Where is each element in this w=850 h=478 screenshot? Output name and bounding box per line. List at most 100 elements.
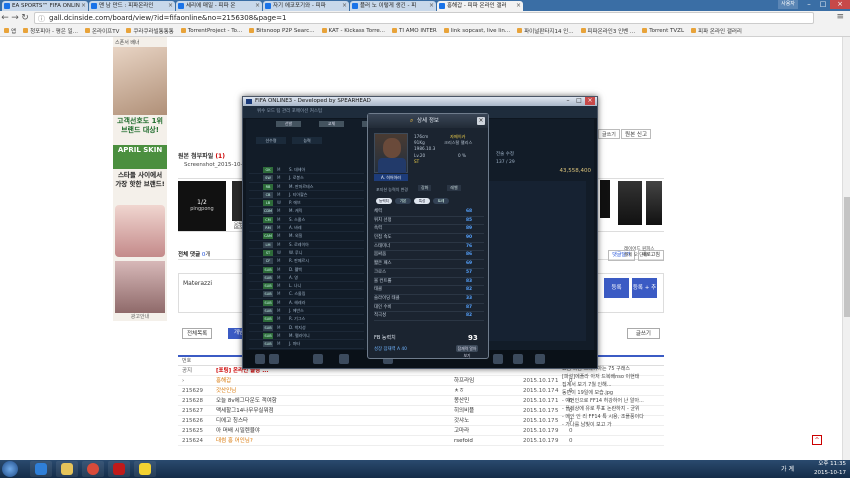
bookmark-item[interactable]: 앱 — [4, 27, 16, 35]
close-tab-icon[interactable]: × — [255, 1, 260, 11]
bookmark-item[interactable]: 온라이프TV — [84, 27, 119, 35]
row-subject[interactable]: 오늘 8v에그다운도 객여함 — [216, 396, 277, 406]
player-row[interactable]: SUB M L. 나니 — [249, 282, 364, 291]
close-window-icon[interactable]: × — [830, 0, 850, 9]
bookmark-item[interactable]: Torrent TVZL — [642, 28, 684, 34]
chat-icon[interactable] — [535, 354, 545, 364]
row-author[interactable]: 하프라임 — [454, 376, 474, 386]
bookmark-item[interactable]: Bitsnoop P2P Searc... — [249, 28, 315, 34]
tab-trade[interactable]: 트레 — [433, 198, 449, 204]
gallery-thumb[interactable] — [618, 181, 642, 225]
reload-icon[interactable]: ↻ — [20, 13, 30, 23]
browser-tab[interactable]: 맨 남 만드 : 피파온라인 × — [89, 1, 175, 11]
player-row[interactable]: RM M A. 바레 — [249, 224, 364, 233]
browser-tab[interactable]: 자기 에코포기와 - 피파 × — [263, 1, 349, 11]
row-subject[interactable]: 갓산인님 — [216, 386, 236, 396]
maximize-icon[interactable]: □ — [574, 97, 584, 105]
row-author[interactable]: 갓샤노 — [454, 416, 469, 426]
ime-indicator[interactable]: 가 계 — [781, 464, 794, 473]
filter-button[interactable]: 교체 — [319, 121, 344, 127]
row-author[interactable]: 고마라 — [454, 426, 469, 436]
best-item[interactable]: - 예언인으로 FF14 허강하어 난 알아... — [562, 397, 662, 405]
tactics-label[interactable]: 전술 수정 — [496, 151, 591, 159]
gallery-thumb[interactable] — [600, 180, 610, 218]
maximize-icon[interactable]: □ — [816, 0, 830, 9]
page-info-icon[interactable]: ⓘ — [38, 14, 45, 24]
attachment-file-link[interactable]: Screenshot_2015-10-... — [184, 162, 248, 168]
gallery-thumb[interactable] — [646, 181, 662, 225]
best-item[interactable]: 동민이 19일에 모습.jpg — [562, 389, 662, 397]
tab-player-name[interactable]: 선수명 — [256, 137, 286, 144]
close-tab-icon[interactable]: × — [81, 1, 86, 11]
tab-basic[interactable]: 기본 — [395, 198, 411, 204]
row-subject[interactable]: 홍해갑 — [216, 376, 231, 386]
close-window-icon[interactable]: × — [585, 97, 595, 105]
address-bar[interactable]: ⓘ gall.dcinside.com/board/view/?id=fifaon… — [34, 12, 814, 24]
tab-ability[interactable]: 능력 — [292, 137, 322, 144]
browser-tab[interactable]: EA SPORTS™ FIFA ONLIN × — [2, 1, 88, 11]
bookmark-item[interactable]: 파이널판타지14 인... — [517, 27, 574, 35]
bookmark-item[interactable]: 피파온라인3 인벤 ... — [580, 27, 635, 35]
row-subject[interactable]: 아 머배 시밀렌뮬야 — [216, 426, 260, 436]
row-subject[interactable]: 디에고 칭스타 — [216, 416, 248, 426]
best-item[interactable]: - 메인 인 리 FF14 특 시용, 조플풍이다 — [562, 413, 662, 421]
gallery-card[interactable]: 1/2 pingpong — [178, 181, 226, 231]
tab-traits[interactable]: 특성 — [414, 198, 430, 204]
player-row[interactable]: CDM M M. 캐릭 — [249, 207, 364, 216]
player-row[interactable]: SUB M M. 펠라이니 — [249, 332, 364, 341]
player-row[interactable]: SUB M R. 기그스 — [249, 315, 364, 324]
level-select[interactable]: 레벨 — [447, 185, 461, 191]
taskbar-game[interactable] — [108, 461, 130, 477]
team-icon[interactable] — [269, 354, 279, 364]
table-row[interactable]: 215624 대썸 홍 어인님? rsefoid 2015.10.17 9 0 — [178, 436, 664, 446]
row-subject[interactable]: 맥세할그14나무무실뭐점 — [216, 406, 274, 416]
bookmark-item[interactable]: link sopcast, live lin... — [443, 28, 510, 34]
start-button-icon[interactable] — [2, 461, 18, 477]
player-row[interactable]: SUB M A. 헤레라 — [249, 299, 364, 308]
bookmark-item[interactable]: TI AMO INTER — [392, 28, 437, 34]
trophy-icon[interactable] — [513, 354, 523, 364]
bookmark-item[interactable]: 피파 온라인 갤러리 — [691, 27, 742, 35]
bookmark-item[interactable]: 청포피아 - 평은 일... — [23, 27, 78, 35]
write-post-button[interactable]: 글쓰기 — [626, 328, 660, 339]
filter-button[interactable]: 선발 — [276, 121, 301, 127]
taskbar-chat[interactable] — [134, 461, 156, 477]
user-profile-button[interactable]: 사용자 — [778, 0, 798, 9]
match-icon[interactable] — [339, 354, 349, 364]
taskbar-ie[interactable] — [30, 461, 52, 477]
menu-icon[interactable] — [255, 354, 265, 364]
forward-icon[interactable]: → — [10, 13, 20, 23]
page-scrollbar[interactable] — [842, 37, 850, 460]
write-post-button-top[interactable]: 글쓰기 — [598, 129, 620, 139]
player-row[interactable]: CM M S. 스콜스 — [249, 216, 364, 225]
player-row[interactable]: RB M M. 판마르테스 — [249, 183, 364, 191]
best-item[interactable]: - 가나를 남빛이 보고 가 — [562, 421, 662, 429]
best-item[interactable]: 집계서 보기 7월 인해... — [562, 381, 662, 389]
report-button[interactable]: 원본 신고 — [621, 129, 652, 139]
browser-tab[interactable]: 플러 노 이렇게 생긴 - 피 × — [350, 1, 436, 11]
row-subject[interactable]: 대썸 홍 어인님? — [216, 436, 253, 446]
row-author[interactable]: rsefoid — [454, 436, 473, 446]
minimize-icon[interactable]: – — [563, 97, 573, 105]
game-titlebar[interactable]: FIFA ONLINE3 - Developed by SPEARHEAD – … — [243, 97, 597, 106]
best-item[interactable]: - 플레상에 유로 투표 논란하지 - 균위 — [562, 405, 662, 413]
player-row[interactable]: SUB M C. 스몰링 — [249, 290, 364, 299]
all-posts-button[interactable]: 전체목록 — [182, 328, 213, 339]
browser-tab[interactable]: 세리에 매일 - 피파 온 × — [176, 1, 262, 11]
player-row[interactable]: SUB M A. 영 — [249, 274, 364, 283]
close-tab-icon[interactable]: × — [342, 1, 347, 11]
player-row[interactable]: SUB M D. 박지성 — [249, 324, 364, 332]
settings-icon[interactable] — [493, 354, 503, 364]
player-row[interactable]: SW M J. 로봉스 — [249, 174, 364, 183]
close-tab-icon[interactable]: × — [429, 1, 434, 11]
taskbar-explorer[interactable] — [56, 461, 78, 477]
player-row[interactable]: GK M S. 데헤아 — [249, 166, 364, 175]
row-author[interactable]: ㅊㅎ — [454, 386, 464, 396]
player-row[interactable]: ST W W. 루니 — [249, 249, 364, 258]
player-row[interactable]: CB M J. 티아왈슨 — [249, 191, 364, 200]
player-row[interactable]: LB W P. 에브 — [249, 199, 364, 208]
sponsor-banner[interactable]: 스폰서 배너 고객선호도 1위 브랜드 대상! APRIL SKIN 스타들 사이… — [113, 37, 167, 321]
tab-stats[interactable]: 능력치 — [376, 198, 392, 204]
player-row[interactable]: CF M R. 판페르시 — [249, 257, 364, 266]
scroll-top-icon[interactable]: ^ — [812, 435, 822, 445]
